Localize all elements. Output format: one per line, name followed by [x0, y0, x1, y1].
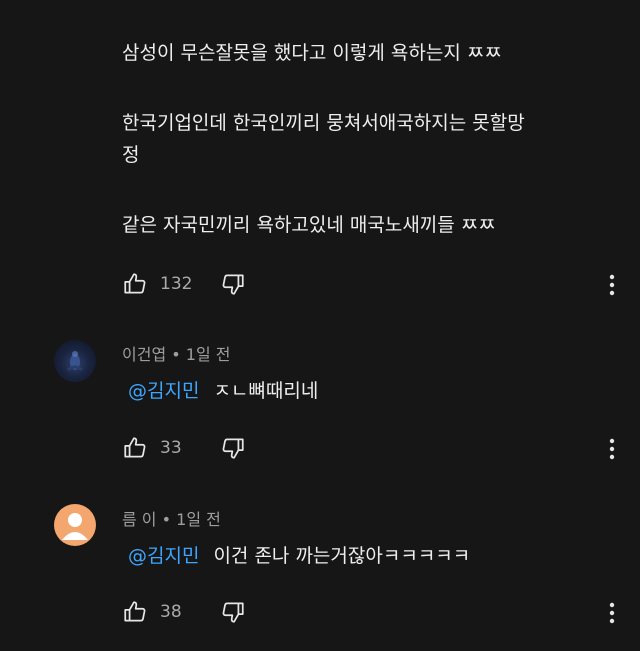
thumbs-down-icon[interactable] [220, 271, 246, 297]
reply-text: @김지민 이건 존나 까는거잖아ㅋㅋㅋㅋㅋ [128, 541, 470, 568]
comment-line-3: 한국기업인데 한국인끼리 뭉쳐서애국하지는 못할망 [122, 112, 525, 134]
like-count: 33 [160, 438, 182, 458]
more-vertical-icon[interactable] [608, 602, 616, 624]
reply-time[interactable]: 1일 전 [176, 510, 221, 529]
reply-author[interactable]: 이건엽 [122, 345, 166, 364]
reply-meta: 름 이 • 1일 전 [122, 506, 221, 530]
like-count: 38 [160, 602, 182, 622]
thumbs-down-icon[interactable] [220, 599, 246, 625]
mention-link[interactable]: @김지민 [128, 545, 199, 567]
reply-actions: 33 [122, 434, 246, 462]
comment-line-4: 정 [122, 144, 140, 166]
reply-actions: 38 [122, 598, 246, 626]
reply-content: 이건 존나 까는거잖아ㅋㅋㅋㅋㅋ [213, 545, 471, 567]
thumbs-up-icon[interactable] [122, 271, 148, 297]
avatar[interactable] [54, 504, 96, 546]
comment-line-1: 삼성이 무슨잘못을 했다고 이렇게 욕하는지 ㅉㅉ [122, 42, 502, 64]
dark-figure-avatar-icon [67, 351, 83, 372]
reply-author[interactable]: 름 이 [122, 510, 157, 529]
like-count: 132 [160, 274, 193, 294]
meta-separator: • [161, 510, 172, 529]
reply-meta: 이건엽 • 1일 전 [122, 341, 231, 365]
comment-line-6: 같은 자국민끼리 욕하고있네 매국노새끼들 ㅉㅉ [122, 214, 496, 236]
thumbs-down-icon[interactable] [220, 435, 246, 461]
reply-content: ㅈㄴ뼈때리네 [213, 380, 319, 402]
meta-separator: • [171, 345, 181, 364]
main-comment-actions: 132 [122, 270, 246, 298]
reply-time[interactable]: 1일 전 [186, 345, 231, 364]
default-person-avatar-icon [62, 513, 88, 540]
thumbs-up-icon[interactable] [122, 435, 148, 461]
reply-text: @김지민 ㅈㄴ뼈때리네 [128, 376, 318, 403]
thumbs-up-icon[interactable] [122, 599, 148, 625]
mention-link[interactable]: @김지민 [128, 380, 199, 402]
more-vertical-icon[interactable] [608, 274, 616, 296]
comment-thread: 삼성이 무슨잘못을 했다고 이렇게 욕하는지 ㅉㅉ 한국기업인데 한국인끼리 뭉… [0, 0, 640, 651]
avatar[interactable] [54, 340, 96, 382]
more-vertical-icon[interactable] [608, 438, 616, 460]
